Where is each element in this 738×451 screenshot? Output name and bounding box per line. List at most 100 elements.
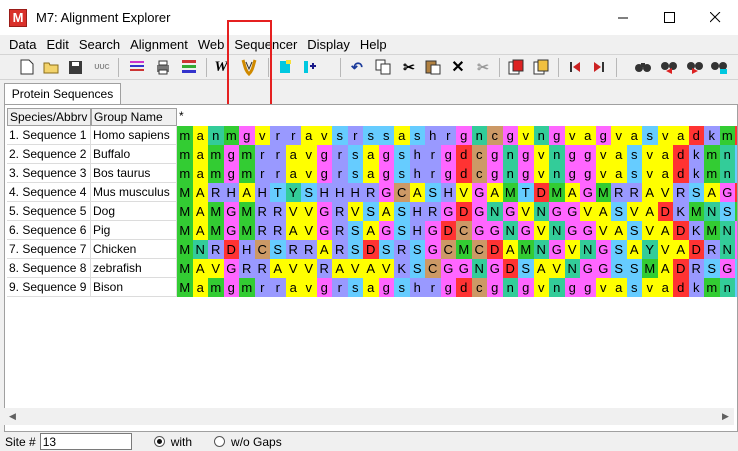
residue-cell[interactable]: M [688,202,704,221]
menu-display[interactable]: Display [302,37,355,52]
residue-cell[interactable]: S [394,202,410,221]
residue-cell[interactable]: n [549,145,565,164]
residue-cell[interactable]: a [611,164,627,183]
residue-cell[interactable]: C [425,259,441,278]
menu-web[interactable]: Web [193,37,230,52]
residue-cell[interactable]: R [688,259,704,278]
column-header-species[interactable]: Species/Abbrv [7,108,91,126]
row-species[interactable]: 8. Sequence 8 [7,259,91,278]
residue-cell[interactable]: g [595,126,611,145]
residue-cell[interactable]: g [518,278,534,297]
residue-cell[interactable]: S [301,183,317,202]
residue-cell[interactable]: S [626,221,642,240]
residue-cell[interactable]: m [704,278,720,297]
residue-cell[interactable]: A [192,202,208,221]
residue-cell[interactable]: M [208,221,224,240]
residue-cell[interactable]: A [332,259,348,278]
residue-cell[interactable]: v [595,145,611,164]
residue-cell[interactable]: d [456,145,472,164]
residue-cell[interactable]: d [456,164,472,183]
residue-cell[interactable]: G [425,240,441,259]
residue-cell[interactable]: M [177,202,193,221]
residue-cell[interactable]: R [332,240,348,259]
residue-cell[interactable]: N [564,259,580,278]
residue-cell[interactable]: K [673,202,689,221]
print-icon[interactable] [154,58,172,76]
residue-cell[interactable]: N [719,221,735,240]
sequence-strip[interactable]: MAMGMRRAVGRSAGSHGDCGGNGVNGGVASVADKMNGMVA… [177,221,737,240]
row-species[interactable]: 5. Sequence 5 [7,202,91,221]
save-icon[interactable] [66,58,84,76]
residue-cell[interactable]: n [502,164,518,183]
residue-cell[interactable]: a [657,278,673,297]
residue-cell[interactable]: R [425,202,441,221]
residue-cell[interactable]: R [363,183,379,202]
residue-cell[interactable]: s [378,126,394,145]
sequence-strip[interactable]: manmgvrravsrssashrgncgvngvagvasvadkmdsmv… [177,126,737,145]
residue-cell[interactable]: h [409,164,425,183]
insert-sequence-icon[interactable] [300,58,318,76]
residue-cell[interactable]: v [301,145,317,164]
row-group-name[interactable]: Bison [91,278,177,297]
residue-cell[interactable]: S [626,259,642,278]
residue-cell[interactable]: v [254,126,270,145]
residue-cell[interactable]: m [239,164,255,183]
residue-cell[interactable]: a [673,126,689,145]
residue-cell[interactable]: s [626,278,642,297]
residue-cell[interactable]: A [363,221,379,240]
residue-cell[interactable]: M [549,183,565,202]
residue-cell[interactable]: A [502,240,518,259]
residue-cell[interactable]: a [611,145,627,164]
residue-cell[interactable]: m [177,126,193,145]
residue-cell[interactable]: a [394,126,410,145]
residue-cell[interactable]: V [549,259,565,278]
residue-cell[interactable]: v [316,126,332,145]
residue-cell[interactable]: a [301,126,317,145]
row-group-name[interactable]: Chicken [91,240,177,259]
residue-cell[interactable]: M [239,221,255,240]
residue-cell[interactable]: V [518,202,534,221]
row-group-name[interactable]: Homo sapiens [91,126,177,145]
residue-cell[interactable]: V [580,202,596,221]
residue-cell[interactable]: C [254,240,270,259]
residue-cell[interactable]: r [425,145,441,164]
find-motif-icon[interactable] [710,58,728,76]
paste-icon[interactable] [424,58,442,76]
residue-cell[interactable]: M [177,183,193,202]
residue-cell[interactable]: D [688,240,704,259]
residue-cell[interactable]: G [719,183,735,202]
residue-cell[interactable]: R [332,202,348,221]
residue-cell[interactable]: v [564,126,580,145]
row-group-name[interactable]: Bos taurus [91,164,177,183]
residue-cell[interactable]: H [332,183,348,202]
residue-cell[interactable]: g [223,164,239,183]
residue-cell[interactable]: A [378,202,394,221]
row-species[interactable]: 4. Sequence 4 [7,183,91,202]
residue-cell[interactable]: s [626,164,642,183]
residue-cell[interactable]: s [394,164,410,183]
residue-cell[interactable]: a [611,278,627,297]
residue-cell[interactable]: a [285,145,301,164]
residue-cell[interactable]: v [642,145,658,164]
residue-cell[interactable]: v [533,164,549,183]
residue-cell[interactable]: R [254,221,270,240]
residue-cell[interactable]: V [378,259,394,278]
residue-cell[interactable]: A [626,240,642,259]
residue-cell[interactable]: A [564,183,580,202]
residue-cell[interactable]: A [409,183,425,202]
residue-cell[interactable]: V [657,183,673,202]
residue-cell[interactable]: G [378,221,394,240]
residue-cell[interactable]: D [223,240,239,259]
undo-icon[interactable]: ↶ [348,58,366,76]
residue-cell[interactable]: H [239,240,255,259]
residue-cell[interactable]: m [704,164,720,183]
residue-cell[interactable]: N [549,221,565,240]
column-header-group[interactable]: Group Name [91,108,177,126]
residue-cell[interactable]: r [332,164,348,183]
residue-cell[interactable]: R [239,259,255,278]
residue-cell[interactable]: n [719,145,735,164]
residue-cell[interactable]: G [564,221,580,240]
residue-cell[interactable]: m [208,145,224,164]
residue-cell[interactable]: G [456,259,472,278]
residue-cell[interactable]: S [688,183,704,202]
